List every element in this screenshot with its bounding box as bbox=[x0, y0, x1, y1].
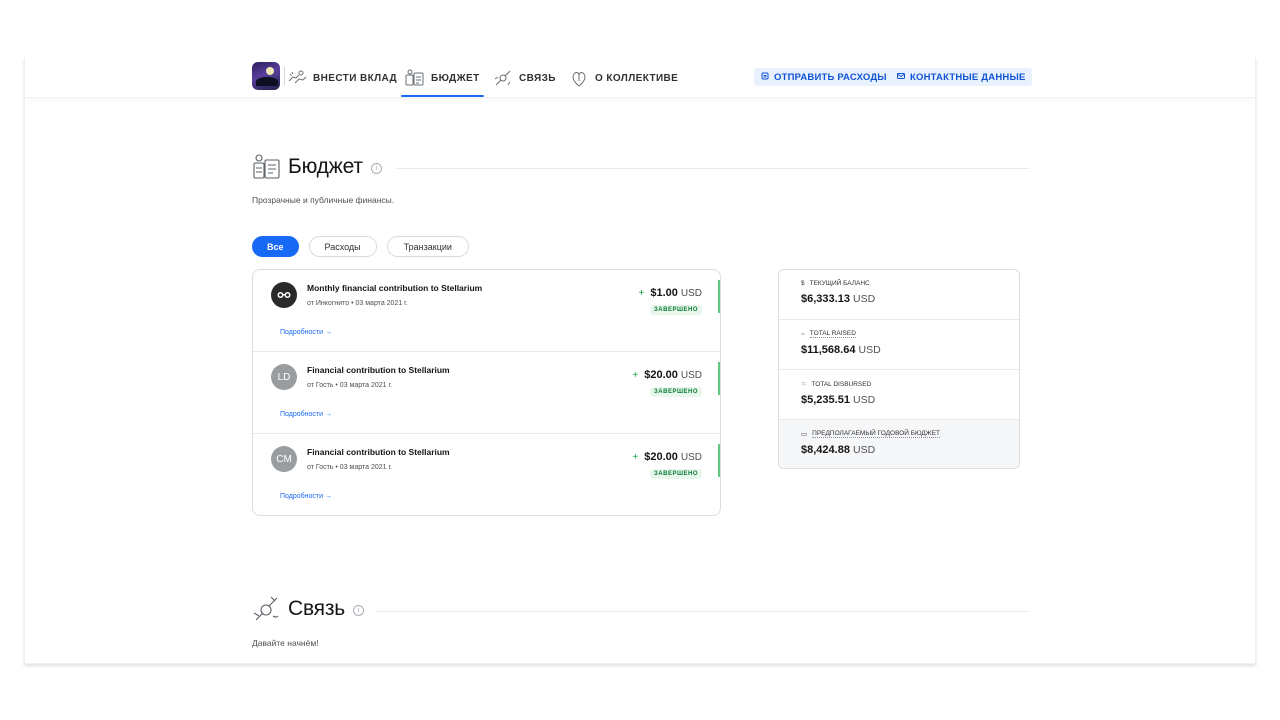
status-bar bbox=[718, 362, 720, 395]
tab-all[interactable]: Все bbox=[252, 236, 299, 257]
balance-label: Текущий баланс bbox=[809, 280, 870, 287]
submit-expense-label: Отправить расходы bbox=[774, 71, 887, 83]
status-badge: ЗАВЕРШЕНО bbox=[650, 387, 702, 397]
amount-sign: + bbox=[632, 370, 639, 381]
disbursed-label: Total disbursed bbox=[811, 380, 872, 388]
transaction-title[interactable]: Financial contribution to Stellarium bbox=[307, 365, 450, 375]
amount-value: $20.00 bbox=[644, 369, 678, 381]
amount-sign: + bbox=[632, 452, 639, 463]
budget-divider bbox=[397, 168, 1029, 169]
calendar-icon: ▭ bbox=[801, 431, 808, 438]
budget-icon bbox=[252, 152, 282, 182]
nav-budget[interactable]: Бюджет bbox=[401, 58, 484, 98]
connect-title: Связь bbox=[288, 597, 346, 620]
raised-currency: USD bbox=[858, 344, 881, 356]
mail-icon bbox=[897, 72, 905, 83]
transactions-list: Monthly financial contribution to Stella… bbox=[252, 269, 721, 516]
nav-about[interactable]: О коллективе bbox=[569, 58, 678, 98]
transaction-amount: + $1.00 USD bbox=[639, 287, 703, 299]
status-badge: ЗАВЕРШЕНО bbox=[650, 469, 702, 479]
connect-description: Давайте начнём! bbox=[252, 638, 319, 648]
balance-amount: $6,333.13 bbox=[801, 293, 850, 305]
status-badge: ЗАВЕРШЕНО bbox=[650, 305, 702, 315]
estimated-annual-budget: ▭ Предполагаемый годовой бюджет $8,424.88… bbox=[779, 420, 1019, 468]
about-icon bbox=[569, 68, 589, 88]
amount-value: $1.00 bbox=[650, 287, 678, 299]
transaction-amount: + $20.00 USD bbox=[632, 451, 702, 463]
budget-icon bbox=[405, 68, 425, 88]
raised-label[interactable]: Total raised bbox=[809, 330, 856, 338]
total-disbursed: ⁙ Total disbursed $5,235.51 USD bbox=[779, 370, 1019, 420]
total-raised: ~ Total raised $11,568.64 USD bbox=[779, 320, 1019, 370]
current-balance: $ Текущий баланс $6,333.13 USD bbox=[779, 270, 1019, 320]
budget-title: Бюджет bbox=[288, 155, 363, 178]
amount-currency: USD bbox=[680, 452, 702, 463]
transaction-title[interactable]: Monthly financial contribution to Stella… bbox=[307, 283, 482, 293]
transaction-title[interactable]: Financial contribution to Stellarium bbox=[307, 447, 450, 457]
status-bar bbox=[718, 280, 720, 313]
disbursed-currency: USD bbox=[853, 394, 876, 406]
collective-logo[interactable] bbox=[252, 62, 280, 90]
page-frame: Внести вклад Бюджет Связь О коллективе О bbox=[24, 58, 1256, 664]
details-link[interactable]: Подробности → bbox=[280, 411, 332, 418]
details-link[interactable]: Подробности → bbox=[280, 493, 332, 500]
logo-divider bbox=[284, 67, 285, 85]
nav-contribute-label: Внести вклад bbox=[313, 72, 398, 84]
details-link[interactable]: Подробности → bbox=[280, 329, 332, 336]
connect-section-header: Связь i bbox=[252, 594, 365, 624]
transaction-row: LD Financial contribution to Stellarium … bbox=[253, 352, 720, 434]
annual-budget-label[interactable]: Предполагаемый годовой бюджет bbox=[812, 430, 940, 438]
transaction-meta: от Инкогнито • 03 марта 2021 г. bbox=[307, 300, 408, 307]
contact-button[interactable]: Контактные данные bbox=[890, 68, 1033, 86]
info-icon[interactable]: i bbox=[370, 162, 382, 174]
tab-expenses[interactable]: Расходы bbox=[308, 236, 377, 257]
balance-currency: USD bbox=[853, 293, 876, 305]
budget-section-header: Бюджет i bbox=[252, 152, 382, 182]
dollar-icon: $ bbox=[801, 280, 805, 287]
balance-summary-card: $ Текущий баланс $6,333.13 USD ~ Total rai… bbox=[778, 269, 1020, 469]
transaction-meta: от Гость • 03 марта 2021 г. bbox=[307, 382, 393, 389]
contact-label: Контактные данные bbox=[910, 71, 1026, 83]
amount-sign: + bbox=[638, 288, 645, 299]
incognito-avatar[interactable] bbox=[271, 282, 297, 308]
status-bar bbox=[718, 444, 720, 477]
nav-budget-label: Бюджет bbox=[431, 72, 480, 84]
amount-currency: USD bbox=[680, 288, 702, 299]
annual-budget-currency: USD bbox=[853, 444, 876, 456]
transaction-amount: + $20.00 USD bbox=[632, 369, 702, 381]
transaction-row: CM Financial contribution to Stellarium … bbox=[253, 434, 720, 515]
amount-value: $20.00 bbox=[644, 451, 678, 463]
nav-about-label: О коллективе bbox=[595, 72, 679, 84]
guest-avatar[interactable]: CM bbox=[271, 446, 297, 472]
budget-tabs: Все Расходы Транзакции bbox=[252, 236, 469, 257]
connect-divider bbox=[375, 611, 1029, 612]
top-navbar: Внести вклад Бюджет Связь О коллективе О bbox=[25, 58, 1255, 98]
budget-description: Прозрачные и публичные финансы. bbox=[252, 195, 395, 205]
submit-expense-button[interactable]: Отправить расходы bbox=[754, 68, 894, 86]
trend-icon: ~ bbox=[801, 330, 805, 338]
raised-amount: $11,568.64 bbox=[801, 344, 856, 356]
transaction-meta: от Гость • 03 марта 2021 г. bbox=[307, 464, 393, 471]
info-icon[interactable]: i bbox=[353, 604, 365, 616]
connect-icon bbox=[252, 594, 282, 624]
transaction-row: Monthly financial contribution to Stella… bbox=[253, 270, 720, 352]
disbursed-icon: ⁙ bbox=[801, 381, 807, 388]
nav-connect[interactable]: Связь bbox=[493, 58, 556, 98]
connect-icon bbox=[493, 68, 513, 88]
nav-contribute[interactable]: Внести вклад bbox=[287, 58, 397, 98]
disbursed-amount: $5,235.51 bbox=[801, 394, 850, 406]
tab-transactions[interactable]: Транзакции bbox=[386, 236, 469, 257]
receipt-icon bbox=[761, 72, 769, 83]
annual-budget-amount: $8,424.88 bbox=[801, 444, 850, 456]
guest-avatar[interactable]: LD bbox=[271, 364, 297, 390]
amount-currency: USD bbox=[680, 370, 702, 381]
nav-connect-label: Связь bbox=[519, 72, 556, 84]
hands-icon bbox=[287, 68, 307, 88]
